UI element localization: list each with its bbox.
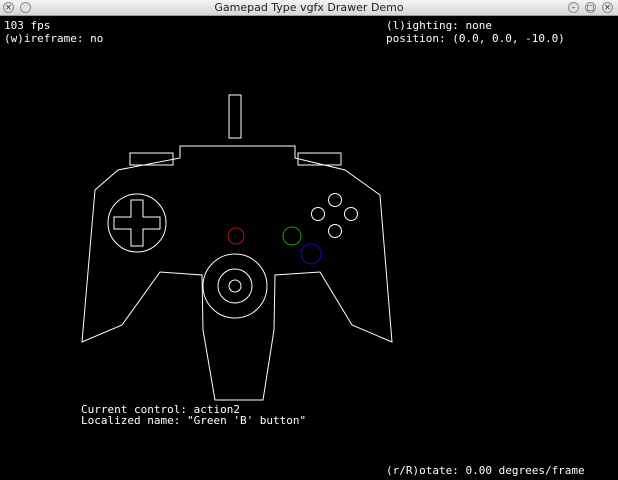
right-close-icon[interactable]: ✕	[602, 2, 613, 13]
green-b-button	[282, 226, 302, 246]
dpad-cross	[113, 199, 161, 247]
maximize-icon[interactable]: □	[585, 2, 596, 13]
controller-body	[81, 145, 393, 401]
c-left-button	[311, 207, 325, 221]
analog-stick-outer	[202, 253, 268, 319]
dpad-ring	[107, 193, 167, 253]
analog-stick-inner	[217, 268, 253, 304]
app-window: ✕ Gamepad Type vgfx Drawer Demo – □ ✕ 10…	[0, 0, 618, 480]
right-shoulder-button	[297, 152, 342, 166]
c-down-button	[328, 224, 342, 238]
window-title: Gamepad Type vgfx Drawer Demo	[214, 1, 404, 14]
title-bar[interactable]: ✕ Gamepad Type vgfx Drawer Demo – □ ✕	[0, 0, 618, 16]
c-up-button	[328, 193, 342, 207]
blue-a-button	[300, 243, 322, 265]
minimize-icon[interactable]: –	[568, 2, 579, 13]
render-viewport[interactable]: 103 fps (w)ireframe: no (l)ighting: none…	[0, 16, 618, 480]
red-start-button	[227, 227, 245, 245]
analog-stick-center	[228, 279, 242, 293]
z-trigger	[228, 94, 242, 139]
gamepad-drawing	[81, 94, 393, 401]
c-right-button	[344, 207, 358, 221]
